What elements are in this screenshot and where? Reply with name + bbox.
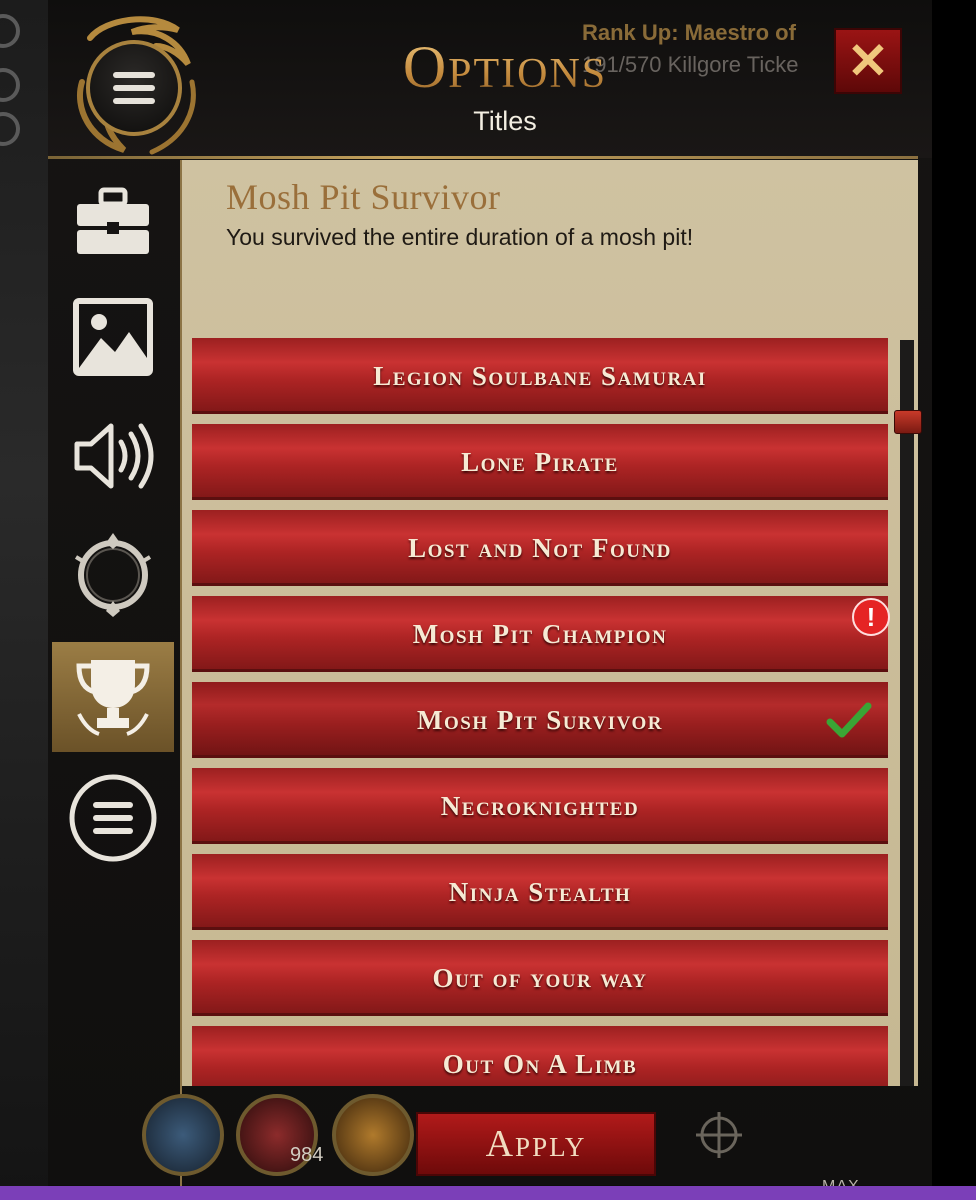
title-description: Mosh Pit Survivor You survived the entir…	[202, 160, 918, 340]
sidebar-item-graphics[interactable]	[52, 292, 174, 382]
potion-count: 984	[290, 1144, 324, 1166]
apply-button[interactable]: Apply	[416, 1112, 656, 1176]
apply-label: Apply	[485, 1123, 587, 1165]
target-icon[interactable]	[694, 1110, 744, 1160]
close-button[interactable]: ✕	[834, 28, 902, 94]
title-row[interactable]: Ninja Stealth	[192, 854, 888, 930]
title-label: Mosh Pit Champion	[412, 618, 668, 649]
speaker-icon	[74, 423, 154, 489]
title-label: Out On A Limb	[442, 1048, 638, 1079]
speaker-ring	[0, 68, 20, 102]
background-left	[0, 0, 48, 1200]
title-label: Necroknighted	[440, 790, 640, 821]
main-menu-button[interactable]	[86, 40, 182, 136]
title-row[interactable]: Out of your way	[192, 940, 888, 1016]
title-row[interactable]: Necroknighted	[192, 768, 888, 844]
title-label: Legion Soulbane Samurai	[373, 360, 707, 391]
title-label: Ninja Stealth	[448, 876, 632, 907]
title-label: Mosh Pit Survivor	[417, 704, 663, 735]
scrollbar-thumb[interactable]	[894, 410, 922, 434]
hamburger-icon	[113, 72, 155, 78]
close-icon: ✕	[847, 33, 889, 89]
titles-list: Legion Soulbane Samurai Lone Pirate Lost…	[192, 338, 890, 1086]
xp-bar-fill	[0, 1186, 976, 1200]
title-row-selected[interactable]: Mosh Pit Survivor	[192, 682, 888, 758]
sidebar-item-frames[interactable]	[52, 524, 174, 624]
sidebar-item-titles[interactable]	[52, 642, 174, 752]
sidebar-item-sound[interactable]	[52, 408, 174, 504]
title-label: Out of your way	[432, 962, 648, 993]
description-title: Mosh Pit Survivor	[226, 177, 501, 217]
header-divider	[48, 156, 918, 159]
title-label: Lone Pirate	[461, 446, 619, 477]
image-icon	[73, 298, 153, 376]
checkmark-icon	[826, 702, 872, 738]
trophy-icon	[76, 660, 150, 736]
sidebar-item-general[interactable]	[52, 178, 174, 266]
description-text: You survived the entire duration of a mo…	[226, 224, 694, 250]
speaker-ring	[0, 14, 20, 48]
title-label: Lost and Not Found	[408, 532, 672, 563]
speaker-ring	[0, 112, 20, 146]
ability-orb[interactable]	[332, 1094, 414, 1176]
scrollbar-track[interactable]	[900, 340, 914, 1086]
skill-orb[interactable]	[142, 1094, 224, 1176]
page-title: Options	[300, 32, 710, 102]
title-row[interactable]: Out On A Limb	[192, 1026, 888, 1086]
title-row[interactable]: Legion Soulbane Samurai	[192, 338, 888, 414]
new-alert-icon: !	[852, 598, 890, 636]
sidebar-item-more[interactable]	[52, 770, 174, 866]
menu-circle-icon	[69, 774, 157, 862]
page-subtitle: Titles	[473, 106, 537, 136]
title-row[interactable]: Lost and Not Found	[192, 510, 888, 586]
title-row[interactable]: Lone Pirate	[192, 424, 888, 500]
title-row[interactable]: Mosh Pit Champion !	[192, 596, 890, 672]
background-right	[932, 0, 976, 1200]
titles-content: Mosh Pit Survivor You survived the entir…	[182, 160, 918, 1086]
xp-bar	[0, 1186, 976, 1200]
toolbox-icon	[77, 187, 149, 254]
ornate-frame-icon	[74, 533, 152, 617]
